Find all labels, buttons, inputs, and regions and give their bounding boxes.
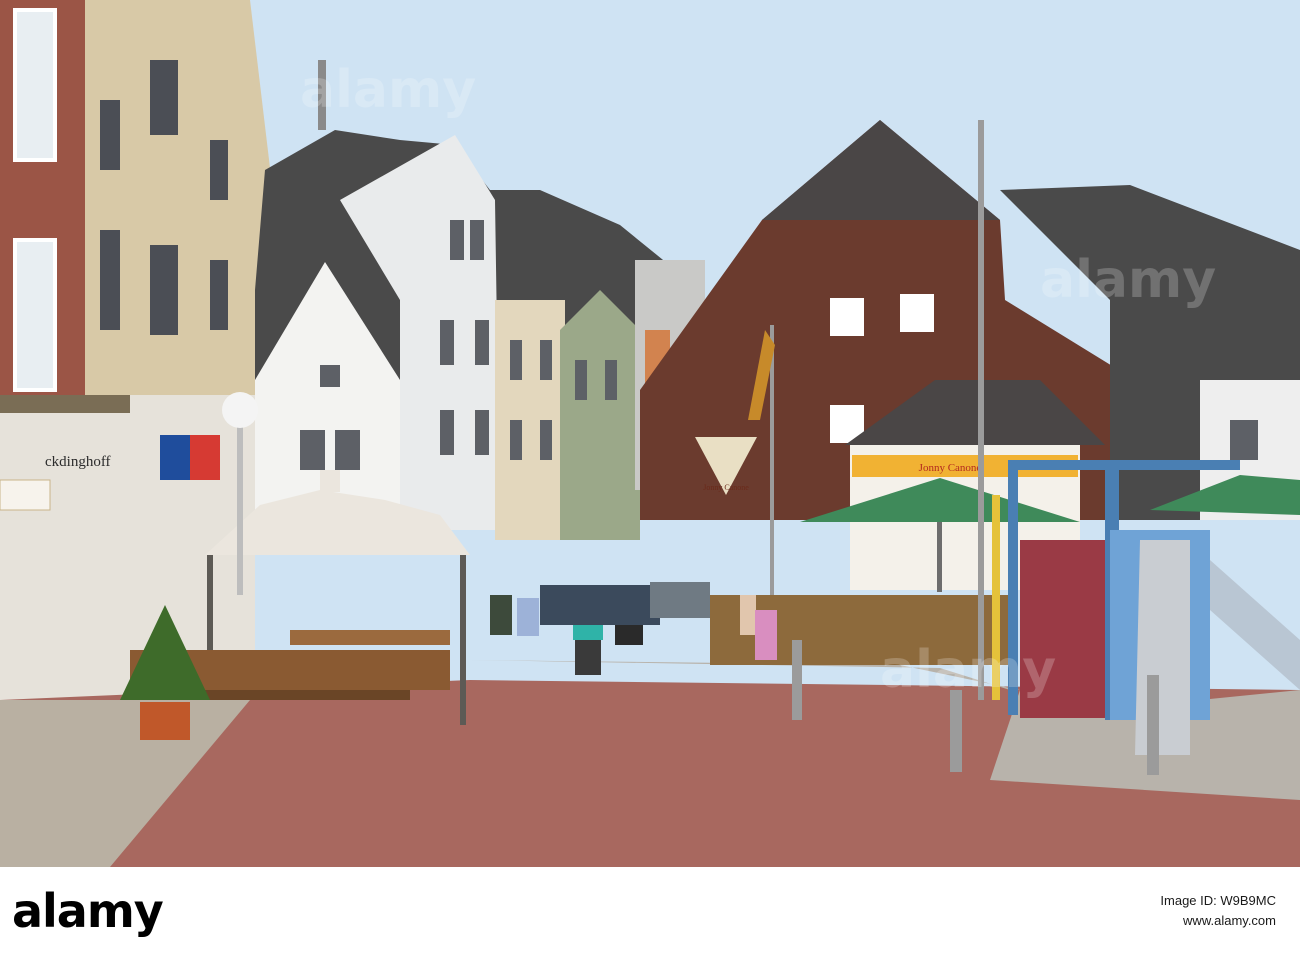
street-photo: Jonny Canone Jonny Canone ckdinghoff ala… xyxy=(0,0,1300,867)
slide xyxy=(1135,540,1190,755)
flower-pot xyxy=(140,702,190,740)
alamy-logo: alamy xyxy=(12,884,164,938)
climbing-wall xyxy=(1020,540,1105,718)
footer-bar xyxy=(0,867,1300,956)
street-lamp xyxy=(237,415,243,595)
kiosk-sign-label: Jonny Canone xyxy=(919,462,982,474)
pedestrian-stroller xyxy=(740,595,756,635)
pedestrian-woman xyxy=(517,598,539,636)
bollard xyxy=(950,690,962,772)
alamy-url: www.alamy.com xyxy=(1183,913,1276,928)
image-id: Image ID: W9B9MC xyxy=(1160,893,1276,908)
pub-sign-label: Jonny Canone xyxy=(703,483,749,492)
shop-sign-left: ckdinghoff xyxy=(45,454,111,470)
pedestrian-man xyxy=(490,595,512,635)
parked-car xyxy=(540,585,660,625)
antenna-mast xyxy=(318,60,326,130)
playground-frame xyxy=(1010,460,1240,470)
flagpole xyxy=(978,120,984,700)
cream-building xyxy=(495,300,565,540)
green-building xyxy=(560,290,640,540)
street-scene-drawing: Jonny Canone Jonny Canone ckdinghoff xyxy=(0,0,1300,867)
